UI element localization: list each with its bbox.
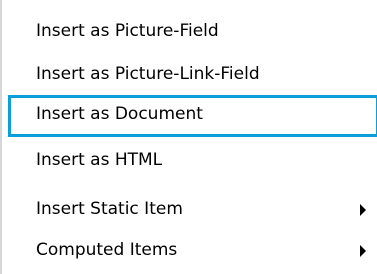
menu-item-insert-as-picture-link-field[interactable]: Insert as Picture-Link-Field — [8, 55, 377, 95]
menu-item-insert-static-item[interactable]: Insert Static Item — [8, 190, 377, 230]
menu-item-insert-as-html[interactable]: Insert as HTML — [8, 141, 377, 181]
menu-item-label: Insert as HTML — [36, 150, 163, 170]
submenu-arrow-icon — [360, 245, 366, 257]
menu-item-insert-as-picture-field[interactable]: Insert as Picture-Field — [8, 12, 377, 52]
menu-item-insert-as-document[interactable]: Insert as Document — [8, 95, 377, 137]
submenu-arrow-icon — [360, 204, 366, 216]
menu-item-label: Insert Static Item — [36, 199, 183, 219]
menu-item-label: Insert as Picture-Link-Field — [36, 64, 260, 84]
menu-item-label: Computed Items — [36, 240, 178, 260]
context-menu: Insert as Picture-Field Insert as Pictur… — [0, 0, 377, 274]
menu-item-label: Insert as Document — [36, 104, 203, 124]
menu-item-computed-items[interactable]: Computed Items — [8, 231, 377, 271]
menu-item-label: Insert as Picture-Field — [36, 21, 219, 41]
